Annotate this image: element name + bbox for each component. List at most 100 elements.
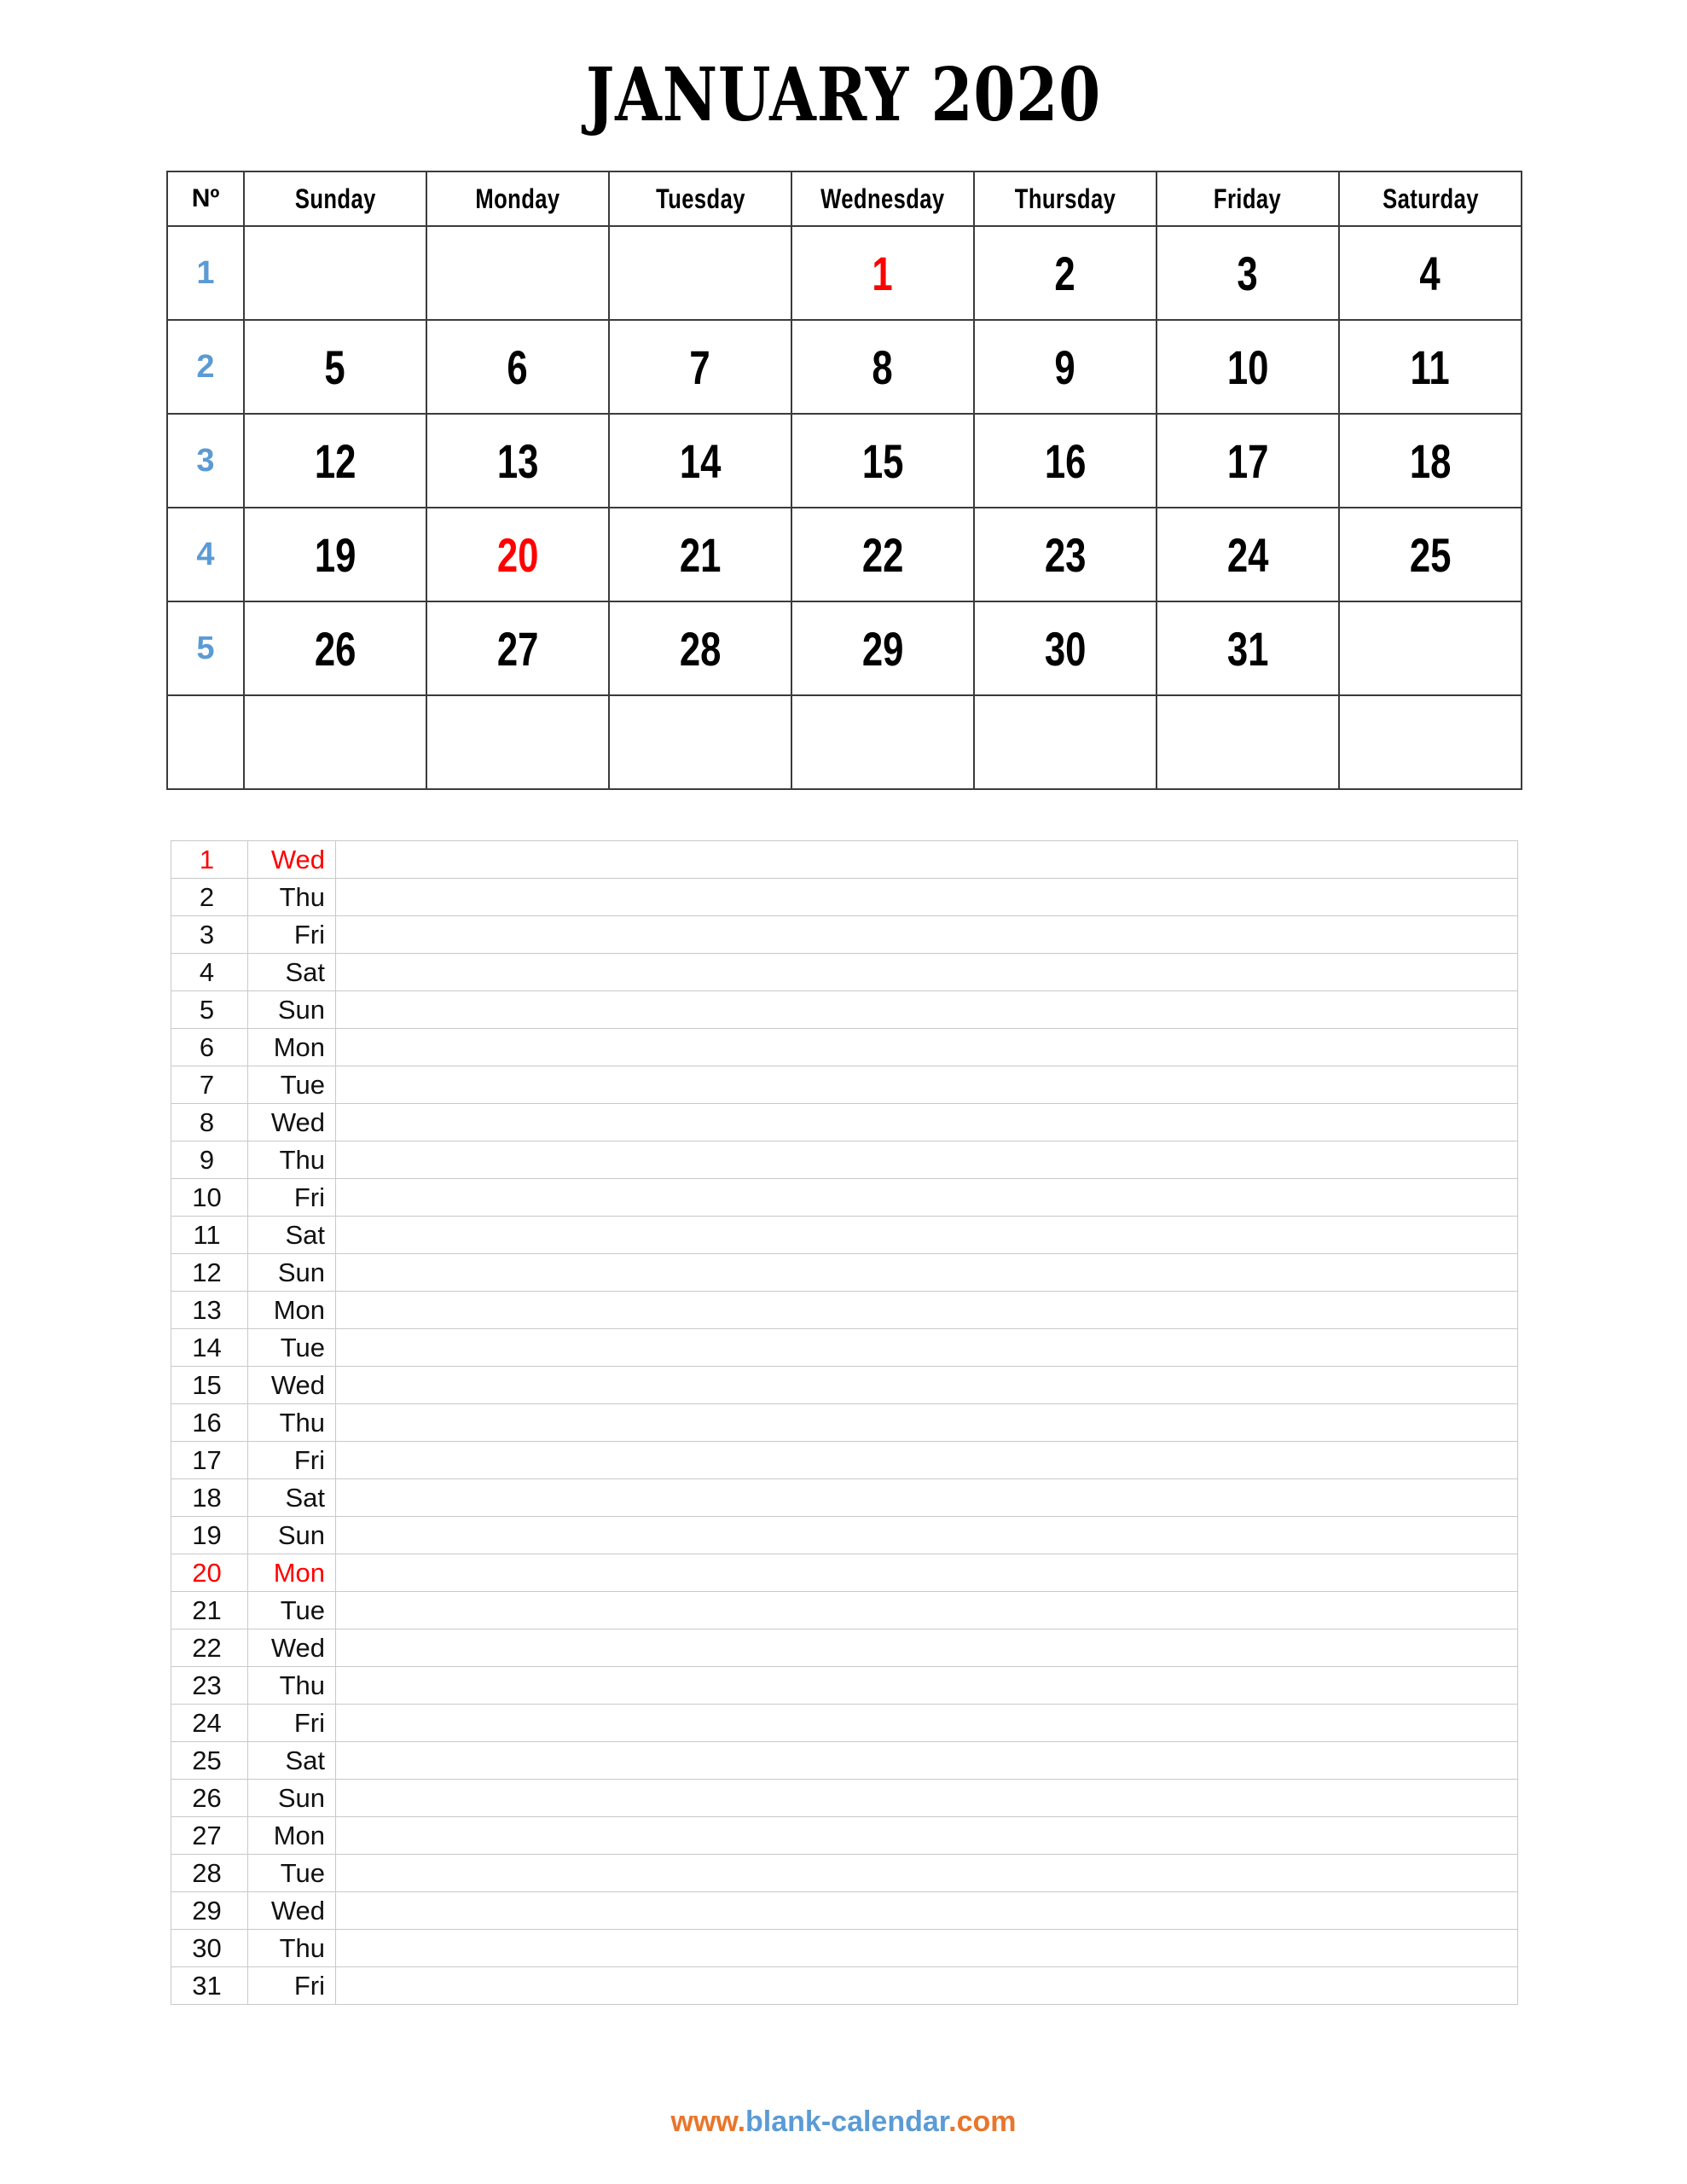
day-cell-9[interactable]: 9 xyxy=(973,319,1157,415)
day-list-row: 23 Thu xyxy=(171,1666,1518,1705)
day-cell-2[interactable]: 2 xyxy=(973,225,1157,321)
day-list-note-field[interactable] xyxy=(335,1666,1518,1705)
day-list-note-field[interactable] xyxy=(335,1816,1518,1855)
day-cell-21[interactable]: 21 xyxy=(608,507,792,602)
day-list-note-field[interactable] xyxy=(335,1554,1518,1592)
weekday-header-sunday: Sunday xyxy=(243,171,427,227)
day-cell-14[interactable]: 14 xyxy=(608,413,792,508)
day-cell-empty[interactable] xyxy=(1338,601,1522,696)
day-list-note-field[interactable] xyxy=(335,1779,1518,1817)
day-cell-28[interactable]: 28 xyxy=(608,601,792,696)
day-cell-16[interactable]: 16 xyxy=(973,413,1157,508)
day-list-note-field[interactable] xyxy=(335,1478,1518,1517)
day-number: 17 xyxy=(1226,433,1269,488)
day-cell-25[interactable]: 25 xyxy=(1338,507,1522,602)
day-list-note-field[interactable] xyxy=(335,1966,1518,2005)
day-list-weekday: Tue xyxy=(247,1328,336,1367)
day-list-note-field[interactable] xyxy=(335,1366,1518,1404)
day-list-note-field[interactable] xyxy=(335,1178,1518,1217)
day-list-note-field[interactable] xyxy=(335,1629,1518,1667)
day-cell-13[interactable]: 13 xyxy=(426,413,610,508)
day-list-weekday: Fri xyxy=(247,1966,336,2005)
day-list-row: 22 Wed xyxy=(171,1629,1518,1667)
week-row: 1 1 2 3 4 xyxy=(166,225,1522,321)
day-list-note-field[interactable] xyxy=(335,1028,1518,1066)
day-cell-18[interactable]: 18 xyxy=(1338,413,1522,508)
day-list-row: 17 Fri xyxy=(171,1441,1518,1479)
day-cell-empty[interactable] xyxy=(426,225,610,321)
day-cell-19[interactable]: 19 xyxy=(243,507,427,602)
day-number: 2 xyxy=(1054,246,1076,300)
day-list-number: 11 xyxy=(171,1216,248,1254)
weekday-header-label: Wednesday xyxy=(820,183,945,214)
day-list-note-field[interactable] xyxy=(335,840,1518,879)
day-cell-26[interactable]: 26 xyxy=(243,601,427,696)
day-list-note-field[interactable] xyxy=(335,1591,1518,1629)
day-list-note-field[interactable] xyxy=(335,1141,1518,1179)
day-cell-1[interactable]: 1 xyxy=(791,225,975,321)
day-list-row: 9 Thu xyxy=(171,1141,1518,1179)
day-cell-5[interactable]: 5 xyxy=(243,319,427,415)
day-list-note-field[interactable] xyxy=(335,1066,1518,1104)
day-cell-29[interactable]: 29 xyxy=(791,601,975,696)
day-cell-23[interactable]: 23 xyxy=(973,507,1157,602)
day-cell-empty[interactable] xyxy=(426,694,610,790)
day-cell-empty[interactable] xyxy=(243,694,427,790)
day-list-note-field[interactable] xyxy=(335,1103,1518,1141)
day-cell-15[interactable]: 15 xyxy=(791,413,975,508)
day-list-note-field[interactable] xyxy=(335,1741,1518,1780)
day-list-number: 15 xyxy=(171,1366,248,1404)
day-cell-empty[interactable] xyxy=(608,694,792,790)
day-number: 11 xyxy=(1410,340,1451,394)
day-list-weekday: Wed xyxy=(247,840,336,879)
day-number: 3 xyxy=(1237,246,1259,300)
day-cell-31[interactable]: 31 xyxy=(1156,601,1340,696)
day-list-note-field[interactable] xyxy=(335,1253,1518,1292)
day-list-note-field[interactable] xyxy=(335,1291,1518,1329)
day-list-note-field[interactable] xyxy=(335,1403,1518,1442)
day-list-note-field[interactable] xyxy=(335,990,1518,1029)
day-list-note-field[interactable] xyxy=(335,1328,1518,1367)
day-cell-17[interactable]: 17 xyxy=(1156,413,1340,508)
day-list-weekday: Tue xyxy=(247,1854,336,1892)
day-list-note-field[interactable] xyxy=(335,1891,1518,1930)
day-list-note-field[interactable] xyxy=(335,1854,1518,1892)
day-cell-empty[interactable] xyxy=(791,694,975,790)
day-cell-empty[interactable] xyxy=(1156,694,1340,790)
day-list-note-field[interactable] xyxy=(335,1929,1518,1967)
day-list-note-field[interactable] xyxy=(335,878,1518,916)
day-list-note-field[interactable] xyxy=(335,1704,1518,1742)
day-cell-10[interactable]: 10 xyxy=(1156,319,1340,415)
day-cell-11[interactable]: 11 xyxy=(1338,319,1522,415)
footer-prefix: www. xyxy=(670,2106,746,2138)
day-number: 26 xyxy=(314,621,357,676)
footer-website-link[interactable]: www.blank-calendar.com xyxy=(0,2106,1687,2139)
day-cell-8[interactable]: 8 xyxy=(791,319,975,415)
footer-tld: .com xyxy=(948,2106,1017,2138)
day-cell-12[interactable]: 12 xyxy=(243,413,427,508)
day-cell-empty[interactable] xyxy=(1338,694,1522,790)
week-row: 2 5 6 7 8 9 10 11 xyxy=(166,319,1522,415)
day-cell-24[interactable]: 24 xyxy=(1156,507,1340,602)
day-list-row: 25 Sat xyxy=(171,1741,1518,1780)
day-number: 10 xyxy=(1226,340,1269,394)
day-cell-22[interactable]: 22 xyxy=(791,507,975,602)
day-cell-30[interactable]: 30 xyxy=(973,601,1157,696)
day-cell-empty[interactable] xyxy=(973,694,1157,790)
day-cell-3[interactable]: 3 xyxy=(1156,225,1340,321)
day-cell-empty[interactable] xyxy=(608,225,792,321)
day-cell-6[interactable]: 6 xyxy=(426,319,610,415)
day-cell-27[interactable]: 27 xyxy=(426,601,610,696)
day-cell-empty[interactable] xyxy=(243,225,427,321)
day-list-note-field[interactable] xyxy=(335,1516,1518,1554)
day-list-note-field[interactable] xyxy=(335,1441,1518,1479)
day-list-weekday: Thu xyxy=(247,878,336,916)
day-cell-20[interactable]: 20 xyxy=(426,507,610,602)
day-cell-4[interactable]: 4 xyxy=(1338,225,1522,321)
day-list-note-field[interactable] xyxy=(335,1216,1518,1254)
day-list-note-field[interactable] xyxy=(335,915,1518,954)
day-number: 31 xyxy=(1226,621,1269,676)
day-list-note-field[interactable] xyxy=(335,953,1518,991)
day-list-weekday: Fri xyxy=(247,1704,336,1742)
day-cell-7[interactable]: 7 xyxy=(608,319,792,415)
